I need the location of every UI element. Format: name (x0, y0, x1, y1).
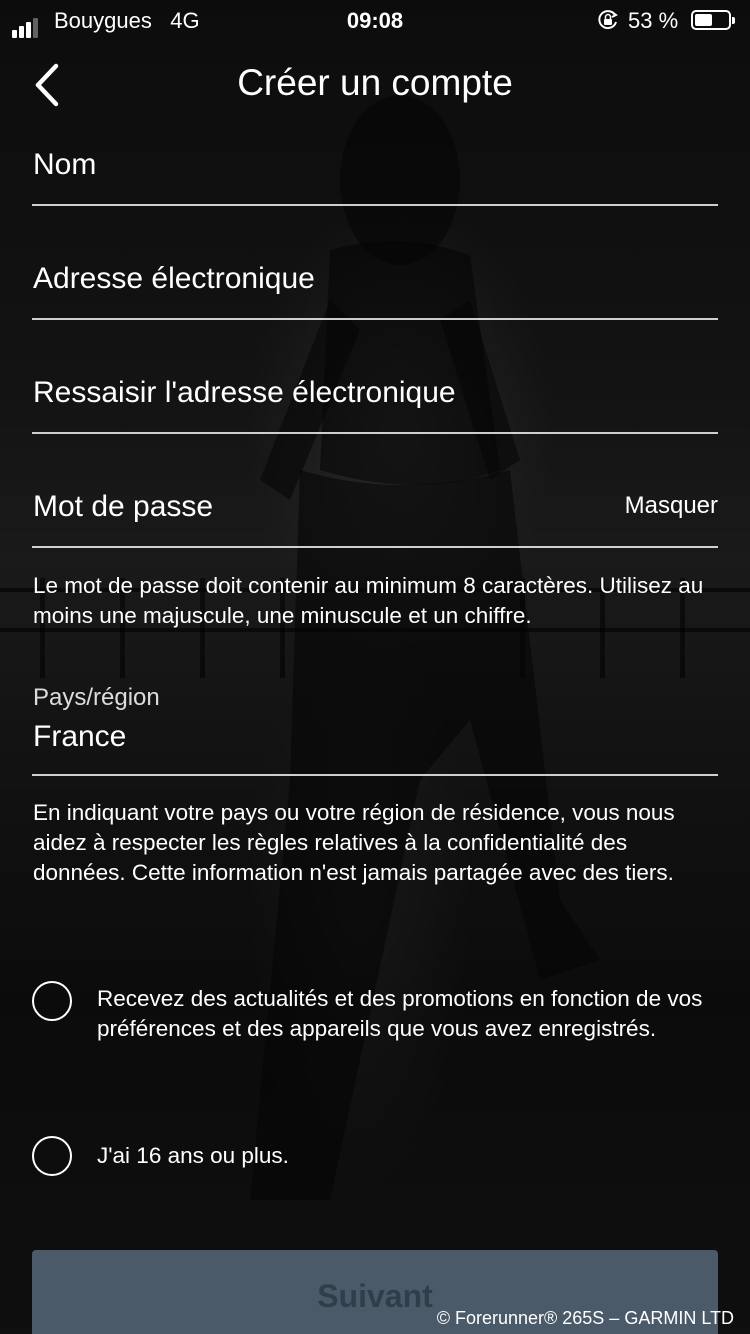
photo-credit: © Forerunner® 265S – GARMIN LTD (436, 1308, 734, 1328)
country-value: France (33, 720, 127, 753)
age-confirm-radio[interactable] (32, 1136, 72, 1176)
marketing-consent-radio[interactable] (32, 981, 72, 1021)
name-field[interactable]: Nom (32, 140, 718, 206)
marketing-consent-label: Recevez des actualités et des promotions… (97, 986, 703, 1041)
password-field-placeholder: Mot de passe (33, 490, 214, 523)
password-help-text: Le mot de passe doit contenir au minimum… (33, 571, 723, 631)
country-help: En indiquant votre pays ou votre région … (33, 800, 675, 885)
battery-icon (691, 10, 735, 30)
battery-fill (695, 14, 712, 26)
status-bar: Bouygues 4G 09:08 53 % (0, 0, 750, 40)
page-title: Créer un compte (237, 62, 513, 103)
password-field[interactable]: Mot de passe Masquer (32, 482, 718, 548)
country-help-text: En indiquant votre pays ou votre région … (33, 798, 723, 888)
email-confirm-field[interactable]: Ressaisir l'adresse électronique (32, 368, 718, 434)
battery-percent: 53 % (628, 8, 679, 33)
name-field-placeholder: Nom (33, 148, 97, 181)
rotation-lock-icon (598, 10, 618, 30)
country-label: Pays/région (33, 684, 160, 711)
password-visibility-toggle[interactable]: Masquer (625, 492, 718, 520)
email-field[interactable]: Adresse électronique (32, 254, 718, 320)
age-confirm-label: J'ai 16 ans ou plus. (97, 1143, 289, 1168)
email-field-placeholder: Adresse électronique (33, 262, 315, 295)
password-help: Le mot de passe doit contenir au minimum… (33, 573, 704, 628)
country-select[interactable]: France (32, 716, 718, 776)
screen: Bouygues 4G 09:08 53 % Créer un compte N… (0, 0, 750, 1334)
email-confirm-field-placeholder: Ressaisir l'adresse électronique (33, 376, 456, 409)
